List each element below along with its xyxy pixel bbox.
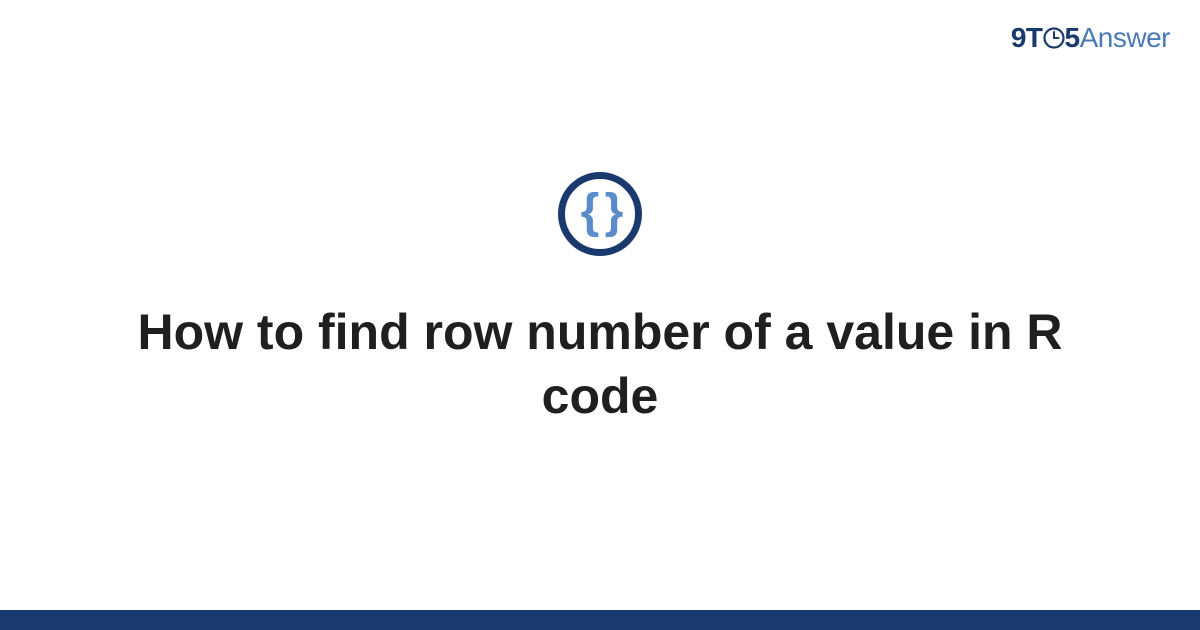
bottom-accent-bar: [0, 610, 1200, 630]
code-braces-icon: { }: [558, 172, 642, 256]
braces-glyph: { }: [581, 188, 620, 236]
page-title: How to find row number of a value in R c…: [120, 300, 1080, 428]
main-content: { } How to find row number of a value in…: [0, 0, 1200, 610]
